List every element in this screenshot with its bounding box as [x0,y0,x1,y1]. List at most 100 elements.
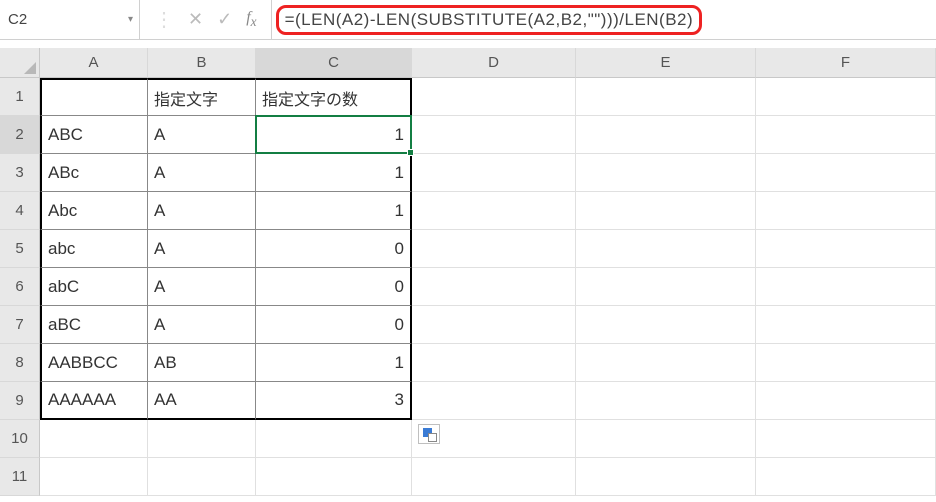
col-head-A[interactable]: A [40,48,148,78]
cell-E8[interactable] [576,344,756,382]
cell-value: 1 [395,163,404,183]
row-head-5[interactable]: 5 [0,230,40,268]
cell-F2[interactable] [756,116,936,154]
row-head-1[interactable]: 1 [0,78,40,116]
cell-F7[interactable] [756,306,936,344]
cell-D7[interactable] [412,306,576,344]
cell-C9[interactable]: 3 [256,382,412,420]
cell-A2[interactable]: ABC [40,116,148,154]
cell-B4[interactable]: A [148,192,256,230]
cell-B9[interactable]: AA [148,382,256,420]
cell-D4[interactable] [412,192,576,230]
cell-F11[interactable] [756,458,936,496]
cell-A1[interactable] [40,78,148,116]
cell-D8[interactable] [412,344,576,382]
cell-F5[interactable] [756,230,936,268]
col-head-B[interactable]: B [148,48,256,78]
chevron-down-icon[interactable]: ▾ [128,14,133,25]
cell-A5[interactable]: abc [40,230,148,268]
cell-E9[interactable] [576,382,756,420]
cell-D5[interactable] [412,230,576,268]
cell-E2[interactable] [576,116,756,154]
cell-E7[interactable] [576,306,756,344]
cell-E3[interactable] [576,154,756,192]
cell-B2[interactable]: A [148,116,256,154]
cell-B6[interactable]: A [148,268,256,306]
cell-A7[interactable]: aBC [40,306,148,344]
cell-value: 3 [395,390,404,410]
cell-value: AABBCC [48,353,118,373]
row-head-11[interactable]: 11 [0,458,40,496]
cancel-icon[interactable]: ✕ [188,9,203,30]
cell-C2[interactable]: 1 [256,116,412,154]
cell-D1[interactable] [412,78,576,116]
cell-D3[interactable] [412,154,576,192]
cell-A11[interactable] [40,458,148,496]
cell-A10[interactable] [40,420,148,458]
col-head-E[interactable]: E [576,48,756,78]
row-head-6[interactable]: 6 [0,268,40,306]
cell-value: 0 [395,277,404,297]
row-head-3[interactable]: 3 [0,154,40,192]
cell-B8[interactable]: AB [148,344,256,382]
cell-E10[interactable] [576,420,756,458]
cell-C3[interactable]: 1 [256,154,412,192]
row-head-2[interactable]: 2 [0,116,40,154]
cell-value: 1 [395,353,404,373]
cell-B11[interactable] [148,458,256,496]
cell-F3[interactable] [756,154,936,192]
row-head-9[interactable]: 9 [0,382,40,420]
cell-E1[interactable] [576,78,756,116]
formula-input[interactable]: =(LEN(A2)-LEN(SUBSTITUTE(A2,B2,"")))/LEN… [272,0,936,39]
cell-C7[interactable]: 0 [256,306,412,344]
cell-F1[interactable] [756,78,936,116]
cell-F10[interactable] [756,420,936,458]
cell-C6[interactable]: 0 [256,268,412,306]
grid-row: abc A 0 [40,230,936,268]
cell-D11[interactable] [412,458,576,496]
cell-B7[interactable]: A [148,306,256,344]
cell-value: A [154,239,165,259]
cell-A3[interactable]: ABc [40,154,148,192]
cell-F9[interactable] [756,382,936,420]
cell-E11[interactable] [576,458,756,496]
cell-C11[interactable] [256,458,412,496]
cell-E5[interactable] [576,230,756,268]
row-head-7[interactable]: 7 [0,306,40,344]
cell-D9[interactable] [412,382,576,420]
row-head-10[interactable]: 10 [0,420,40,458]
cell-C5[interactable]: 0 [256,230,412,268]
col-head-D[interactable]: D [412,48,576,78]
fx-icon[interactable]: fx [246,9,256,30]
cell-C10[interactable] [256,420,412,458]
cell-F8[interactable] [756,344,936,382]
cell-D6[interactable] [412,268,576,306]
col-head-F[interactable]: F [756,48,936,78]
col-head-C[interactable]: C [256,48,412,78]
cell-C1[interactable]: 指定文字の数 [256,78,412,116]
autofill-options-icon[interactable] [418,424,440,444]
cell-E6[interactable] [576,268,756,306]
row-head-8[interactable]: 8 [0,344,40,382]
cell-F6[interactable] [756,268,936,306]
cell-E4[interactable] [576,192,756,230]
name-box[interactable]: C2 ▾ [0,0,140,39]
cell-A6[interactable]: abC [40,268,148,306]
cell-C4[interactable]: 1 [256,192,412,230]
cell-A4[interactable]: Abc [40,192,148,230]
cell-B3[interactable]: A [148,154,256,192]
enter-icon[interactable]: ✓ [217,9,232,30]
select-all-corner[interactable] [0,48,40,78]
cell-B5[interactable]: A [148,230,256,268]
spreadsheet: 1234567891011 ABCDEF 指定文字指定文字の数ABCA1ABcA… [0,48,936,496]
cell-A9[interactable]: AAAAAA [40,382,148,420]
cell-A8[interactable]: AABBCC [40,344,148,382]
cell-F4[interactable] [756,192,936,230]
cell-value: 0 [395,239,404,259]
cell-B1[interactable]: 指定文字 [148,78,256,116]
grid: ABCDEF 指定文字指定文字の数ABCA1ABcA1AbcA1abcA0abC… [40,48,936,496]
cell-D2[interactable] [412,116,576,154]
cell-C8[interactable]: 1 [256,344,412,382]
cell-B10[interactable] [148,420,256,458]
row-head-4[interactable]: 4 [0,192,40,230]
